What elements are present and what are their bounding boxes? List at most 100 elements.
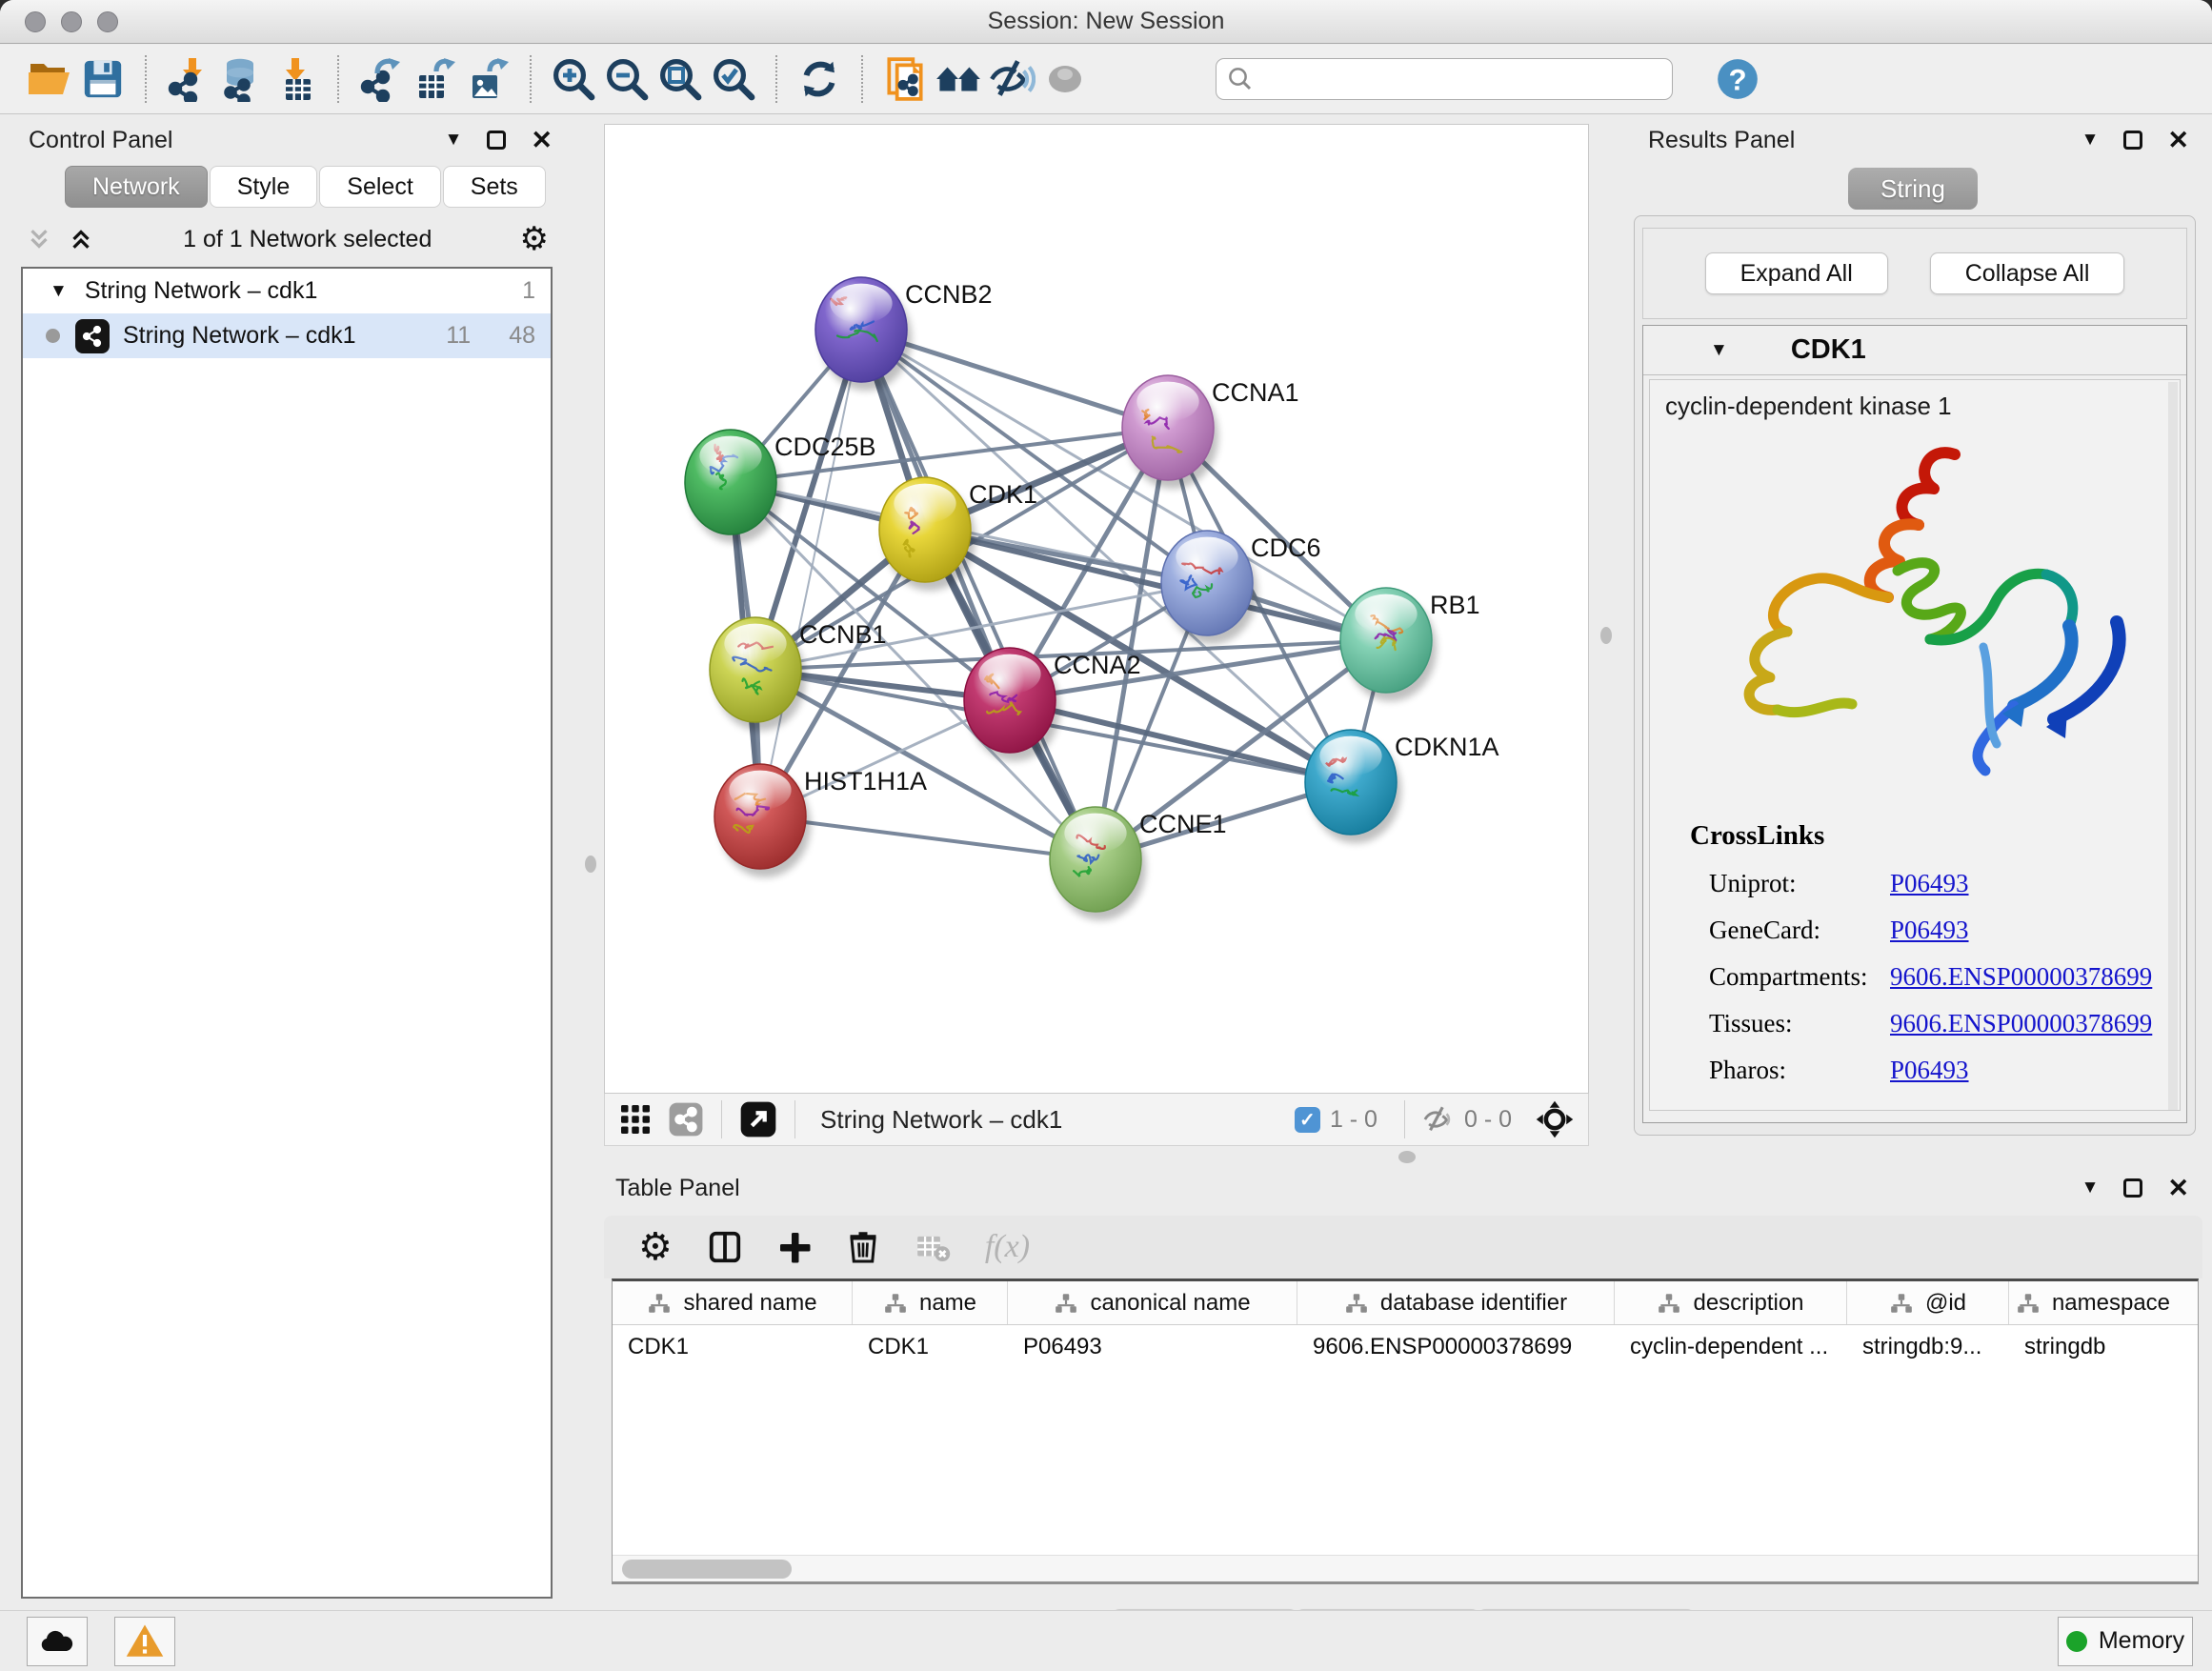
network-graph[interactable]: CCNB2CCNA1CDC25BCDK1CDC6RB1CCNB1CCNA2CDK… [605, 125, 1588, 1093]
expand-all-button[interactable]: Expand All [1705, 252, 1888, 294]
cell-database-identifier[interactable]: 9606.ENSP00000378699 [1297, 1325, 1615, 1369]
crosslink-link[interactable]: P06493 [1890, 916, 1969, 945]
network-node-ccnb2[interactable]: CCNB2 [815, 277, 993, 391]
right-splitter-handle[interactable] [1600, 627, 1612, 644]
zoom-selected-button[interactable] [707, 52, 760, 106]
tab-network[interactable]: Network [65, 166, 208, 208]
bottom-splitter-handle[interactable] [1398, 1151, 1416, 1163]
tab-sets[interactable]: Sets [443, 166, 546, 208]
column-header[interactable]: @id [1847, 1281, 2009, 1324]
import-network-database-button[interactable] [215, 52, 269, 106]
table-panel-close-icon[interactable]: ✕ [2167, 1178, 2189, 1198]
first-neighbors-button[interactable] [932, 52, 985, 106]
add-column-icon[interactable] [777, 1230, 812, 1264]
tab-select[interactable]: Select [319, 166, 440, 208]
open-in-window-icon[interactable] [739, 1100, 777, 1138]
network-node-ccne1[interactable]: CCNE1 [1050, 807, 1227, 920]
results-scrollbar[interactable] [2168, 382, 2178, 1110]
network-row[interactable]: String Network – cdk1 11 48 [23, 313, 551, 358]
delete-column-icon[interactable] [846, 1230, 880, 1264]
column-header[interactable]: database identifier [1297, 1281, 1615, 1324]
results-panel-float-icon[interactable] [2123, 131, 2142, 150]
search-box[interactable] [1216, 58, 1673, 100]
node-label: CDK1 [969, 480, 1037, 509]
protein-section-header[interactable]: ▼ CDK1 [1643, 326, 2186, 375]
table-panel-menu-icon[interactable]: ▼ [2081, 1178, 2100, 1198]
protein-details: cyclin-dependent kinase 1 [1649, 379, 2181, 1111]
crosslink-link[interactable]: P06493 [1890, 869, 1969, 898]
column-header[interactable]: canonical name [1008, 1281, 1297, 1324]
network-options-gear-icon[interactable]: ⚙ [520, 223, 549, 255]
network-canvas[interactable]: CCNB2CCNA1CDC25BCDK1CDC6RB1CCNB1CCNA2CDK… [604, 124, 1589, 1094]
column-header[interactable]: name [853, 1281, 1008, 1324]
cell-canonical-name[interactable]: P06493 [1008, 1325, 1297, 1369]
show-all-button[interactable] [1038, 52, 1092, 106]
export-network-button[interactable] [354, 52, 408, 106]
hide-selected-button[interactable] [985, 52, 1038, 106]
network-node-hist1h1a[interactable]: HIST1H1A [714, 764, 927, 877]
collection-expand-icon[interactable]: ▼ [50, 281, 68, 302]
protein-collapse-icon[interactable]: ▼ [1710, 340, 1728, 361]
crosslink-link[interactable]: 9606.ENSP00000378699 [1890, 1009, 2152, 1038]
collapse-all-button[interactable]: Collapse All [1930, 252, 2125, 294]
open-session-file-button[interactable] [878, 52, 932, 106]
table-panel-float-icon[interactable] [2123, 1178, 2142, 1198]
table-row[interactable]: CDK1 CDK1 P06493 9606.ENSP00000378699 cy… [613, 1325, 2198, 1369]
help-button[interactable]: ? [1711, 52, 1764, 106]
control-panel-close-icon[interactable]: ✕ [531, 131, 553, 150]
birdseye-crosshair-icon[interactable] [1535, 1099, 1575, 1139]
control-panel-float-icon[interactable] [487, 131, 506, 150]
cell-namespace[interactable]: stringdb [2009, 1325, 2177, 1369]
zoom-out-button[interactable] [600, 52, 654, 106]
warnings-button[interactable] [114, 1617, 175, 1666]
scrollbar-thumb[interactable] [622, 1560, 792, 1579]
network-view-panel: CCNB2CCNA1CDC25BCDK1CDC6RB1CCNB1CCNA2CDK… [604, 124, 1589, 1147]
column-header[interactable]: shared name [613, 1281, 853, 1324]
results-panel-menu-icon[interactable]: ▼ [2081, 130, 2100, 151]
network-collection-row[interactable]: ▼ String Network – cdk1 1 [23, 269, 551, 313]
network-edge[interactable] [1010, 700, 1351, 782]
results-panel-close-icon[interactable]: ✕ [2167, 131, 2189, 150]
import-table-button[interactable] [269, 52, 322, 106]
cloud-button[interactable] [27, 1617, 88, 1666]
control-panel-tabs: Network Style Select Sets [65, 166, 566, 208]
table-horizontal-scrollbar[interactable] [613, 1555, 2198, 1581]
selected-checkbox-icon[interactable]: ✓ [1295, 1107, 1320, 1133]
table-options-gear-icon[interactable]: ⚙ [638, 1228, 673, 1266]
tab-style[interactable]: Style [210, 166, 318, 208]
refresh-button[interactable] [793, 52, 846, 106]
cell-shared-name[interactable]: CDK1 [613, 1325, 853, 1369]
network-node-cdk1[interactable]: CDK1 [879, 477, 1037, 591]
crosslink-link[interactable]: 9606.ENSP00000378699 [1890, 962, 2152, 992]
export-image-button[interactable] [461, 52, 514, 106]
import-network-file-button[interactable] [162, 52, 215, 106]
network-node-cdc25b[interactable]: CDC25B [685, 430, 876, 543]
column-header[interactable]: namespace [2009, 1281, 2177, 1324]
zoom-in-button[interactable] [547, 52, 600, 106]
search-input[interactable] [1255, 66, 1636, 92]
open-session-button[interactable] [23, 52, 76, 106]
export-table-button[interactable] [408, 52, 461, 106]
crosslink-link[interactable]: P06493 [1890, 1056, 1969, 1085]
collapse-all-icon[interactable] [25, 225, 53, 253]
grid-view-icon[interactable] [618, 1102, 653, 1137]
control-panel-menu-icon[interactable]: ▼ [445, 130, 463, 151]
network-share-icon[interactable] [668, 1101, 704, 1137]
toolbar-separator [861, 55, 863, 103]
network-node-rb1[interactable]: RB1 [1340, 588, 1480, 701]
tab-string[interactable]: String [1848, 168, 1978, 210]
zoom-fit-button[interactable] [654, 52, 707, 106]
network-name: String Network – cdk1 [123, 322, 356, 350]
column-header[interactable]: description [1615, 1281, 1847, 1324]
memory-button[interactable]: Memory [2058, 1617, 2193, 1666]
cell-description[interactable]: cyclin-dependent ... [1615, 1325, 1847, 1369]
left-splitter-handle[interactable] [585, 856, 596, 873]
expand-all-icon[interactable] [67, 225, 95, 253]
cell-id[interactable]: stringdb:9... [1847, 1325, 2009, 1369]
zoom-selected-icon [711, 56, 756, 102]
cell-name[interactable]: CDK1 [853, 1325, 1008, 1369]
show-columns-icon[interactable] [707, 1229, 743, 1265]
network-node-cdkn1a[interactable]: CDKN1A [1305, 730, 1499, 843]
crosslink-label: Compartments: [1709, 962, 1890, 992]
save-session-button[interactable] [76, 52, 130, 106]
